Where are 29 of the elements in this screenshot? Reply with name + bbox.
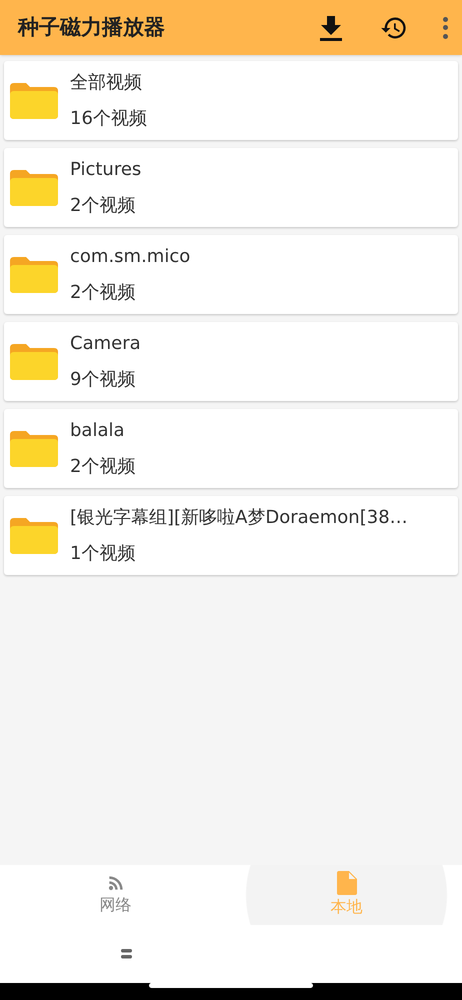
folder-card[interactable]: Pictures 2个视频 bbox=[4, 148, 458, 227]
folder-card[interactable]: Camera 9个视频 bbox=[4, 322, 458, 401]
folder-name: com.sm.mico bbox=[70, 244, 190, 268]
video-count: 9个视频 bbox=[70, 368, 136, 392]
video-count: 1个视频 bbox=[70, 542, 136, 566]
app-title: 种子磁力播放器 bbox=[18, 14, 166, 41]
folder-name: 全部视频 bbox=[70, 70, 143, 94]
folder-name: balala bbox=[70, 418, 126, 442]
folder-card[interactable]: 全部视频 16个视频 bbox=[4, 61, 458, 140]
folder-icon bbox=[10, 170, 58, 206]
folder-icon bbox=[10, 344, 58, 380]
folder-icon bbox=[10, 518, 58, 554]
folder-card[interactable]: balala 2个视频 bbox=[4, 409, 458, 488]
folder-name: Pictures bbox=[70, 158, 142, 182]
folder-icon bbox=[10, 82, 58, 118]
video-count: 2个视频 bbox=[70, 280, 136, 304]
folder-name: Camera bbox=[70, 332, 141, 356]
more-icon[interactable] bbox=[442, 16, 448, 38]
folder-icon bbox=[10, 430, 58, 466]
folder-icon bbox=[10, 256, 58, 292]
file-icon bbox=[336, 871, 356, 895]
video-count: 2个视频 bbox=[70, 454, 136, 478]
download-icon[interactable] bbox=[318, 14, 344, 42]
video-count: 16个视频 bbox=[70, 106, 147, 130]
folder-card[interactable]: com.sm.mico 2个视频 bbox=[4, 235, 458, 314]
video-count: 2个视频 bbox=[70, 194, 136, 218]
menu-icon[interactable] bbox=[121, 949, 132, 959]
folder-name: [银光字幕组][新哆啦A梦Doraemon[38… bbox=[70, 506, 408, 530]
folder-card[interactable]: [银光字幕组][新哆啦A梦Doraemon[38… 1个视频 bbox=[4, 496, 458, 575]
